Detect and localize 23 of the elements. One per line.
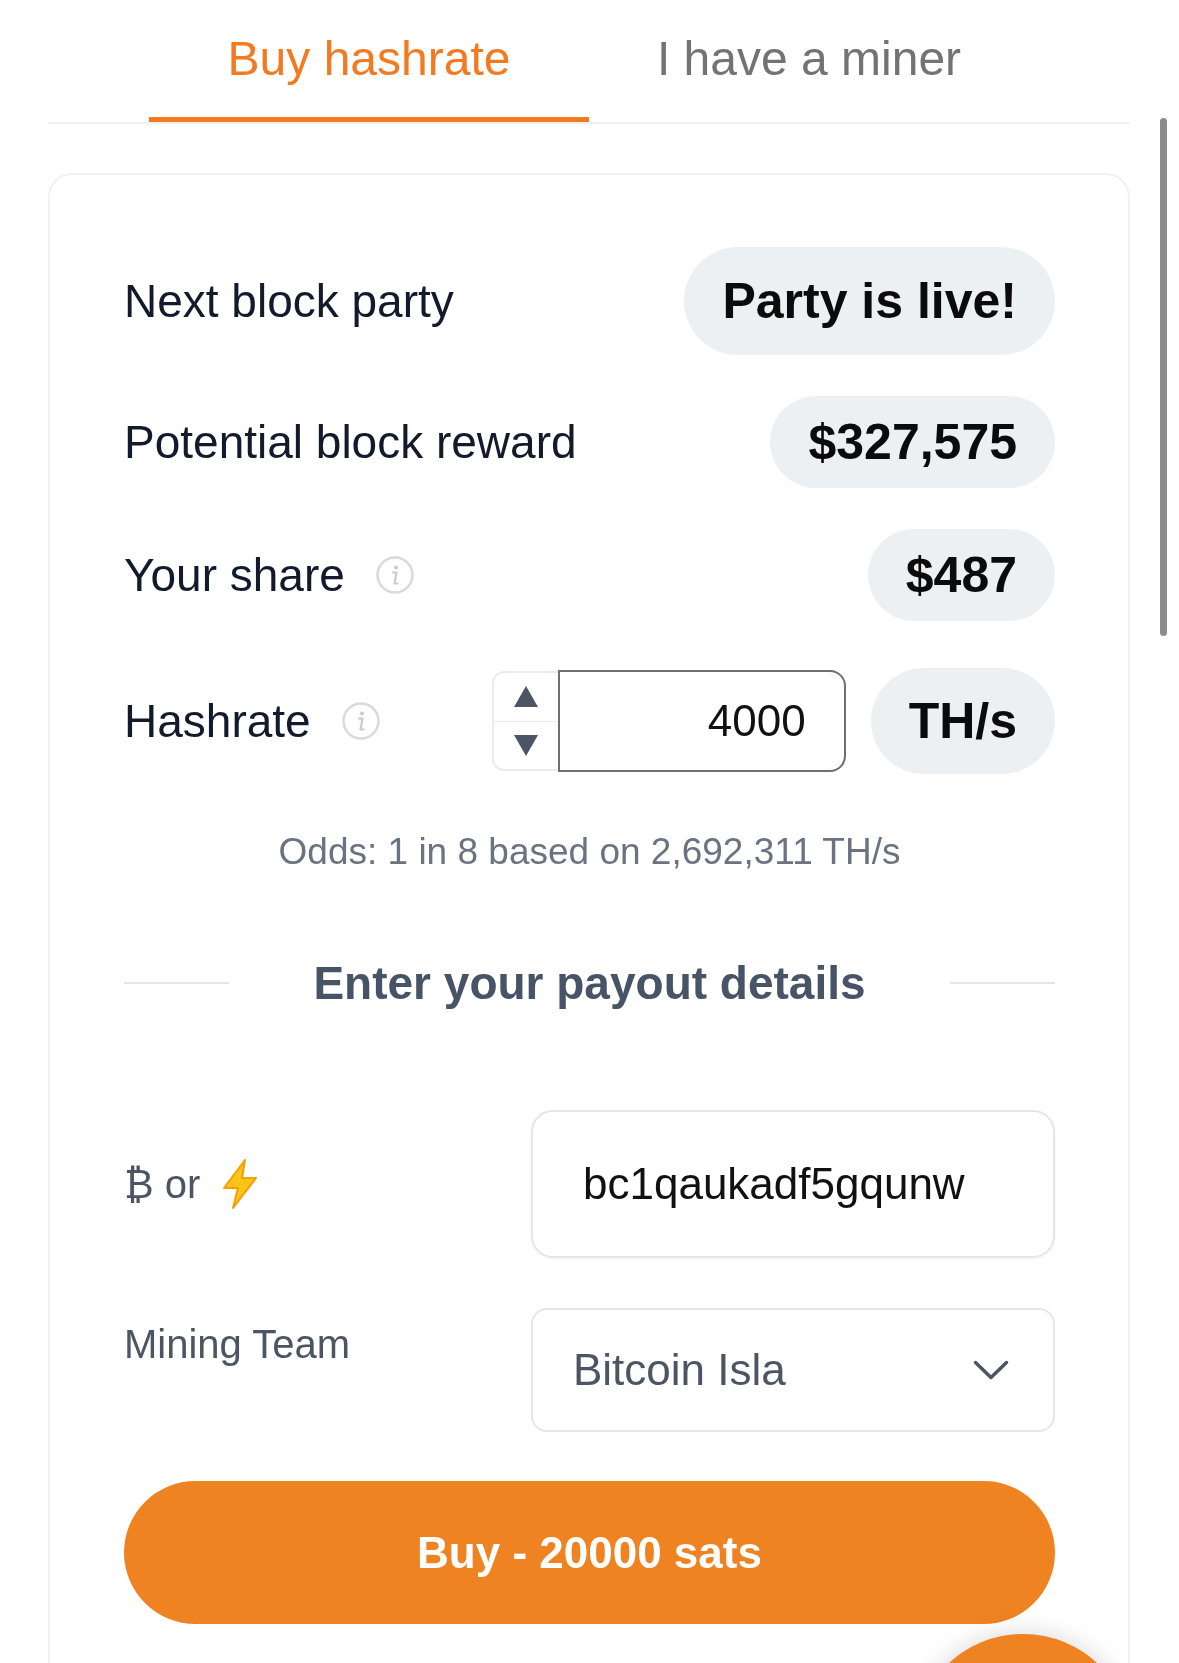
stat-label: Next block party [124,274,454,328]
hashrate-label: Hashrate [124,694,311,748]
address-input[interactable]: bc1qaukadf5gqunw [531,1110,1055,1258]
tab[interactable]: I have a miner [589,0,1029,122]
stat-label: Potential block reward [124,415,577,469]
stat-value: Party is live! [684,247,1055,355]
scrollbar-thumb[interactable] [1160,118,1167,636]
chevron-down-icon [973,1360,1009,1380]
info-icon[interactable] [341,702,380,740]
down-triangle-icon [513,734,538,756]
field-label: ₿ or [124,1161,201,1207]
odds-text: Odds: 1 in 8 based on 2,692,311 TH/s [277,830,902,874]
up-triangle-icon [513,686,538,708]
hashrate-input[interactable]: 4000 [557,670,846,772]
info-icon[interactable] [375,556,414,594]
stat-value: $327,575 [770,396,1055,488]
team-select[interactable]: Bitcoin Isla [531,1308,1055,1432]
field-label: Mining Team [124,1322,351,1367]
section-heading: Enter your payout details [312,956,867,1011]
stat-label: Your share [124,548,345,602]
select-value: Bitcoin Isla [573,1345,786,1395]
unit-label: TH/s [870,668,1055,774]
stat-value: $487 [867,529,1055,621]
